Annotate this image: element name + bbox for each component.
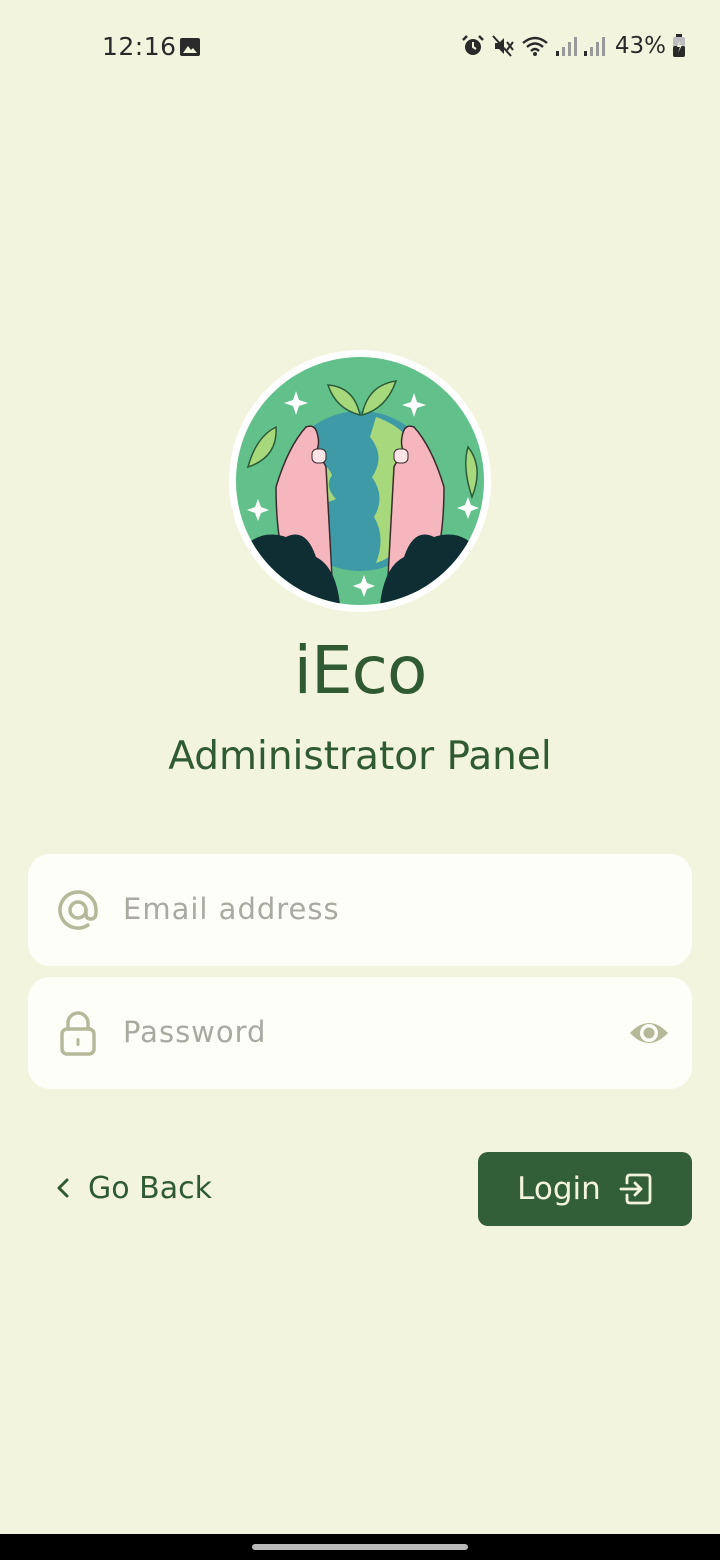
- home-gesture-handle[interactable]: [252, 1544, 468, 1550]
- app-title: iEco: [293, 632, 428, 709]
- login-screen: 12:16 43% iEco Administrator Panel Email…: [0, 0, 720, 1560]
- lock-icon: [60, 1011, 96, 1056]
- go-back-label: Go Back: [88, 1170, 212, 1206]
- panel-subtitle: Administrator Panel: [168, 734, 552, 779]
- email-input[interactable]: [123, 880, 603, 938]
- status-bar: 12:16 43%: [0, 0, 720, 92]
- signal-icon: [583, 37, 605, 56]
- login-label: Login: [517, 1171, 601, 1207]
- gallery-icon: [180, 38, 200, 56]
- login-icon: [619, 1173, 652, 1205]
- eye-icon[interactable]: [628, 1015, 670, 1051]
- app-logo: [229, 350, 491, 612]
- mute-icon: [492, 35, 514, 57]
- at-icon: [58, 890, 98, 930]
- alarm-icon: [461, 35, 484, 55]
- status-time: 12:16: [102, 32, 177, 61]
- email-field[interactable]: [28, 854, 692, 966]
- navigation-bar: [0, 1534, 720, 1560]
- chevron-left-icon: [57, 1178, 69, 1198]
- password-field[interactable]: [28, 977, 692, 1089]
- go-back-button[interactable]: Go Back: [56, 1160, 212, 1216]
- status-icons: 43%: [461, 30, 686, 62]
- signal-icon: [555, 37, 577, 56]
- login-button[interactable]: Login: [478, 1152, 692, 1226]
- password-input[interactable]: [123, 1003, 603, 1061]
- wifi-icon: [522, 36, 548, 56]
- earth-in-hands-logo: [236, 357, 484, 605]
- battery-percent: 43%: [614, 33, 666, 59]
- battery-icon: [673, 34, 685, 57]
